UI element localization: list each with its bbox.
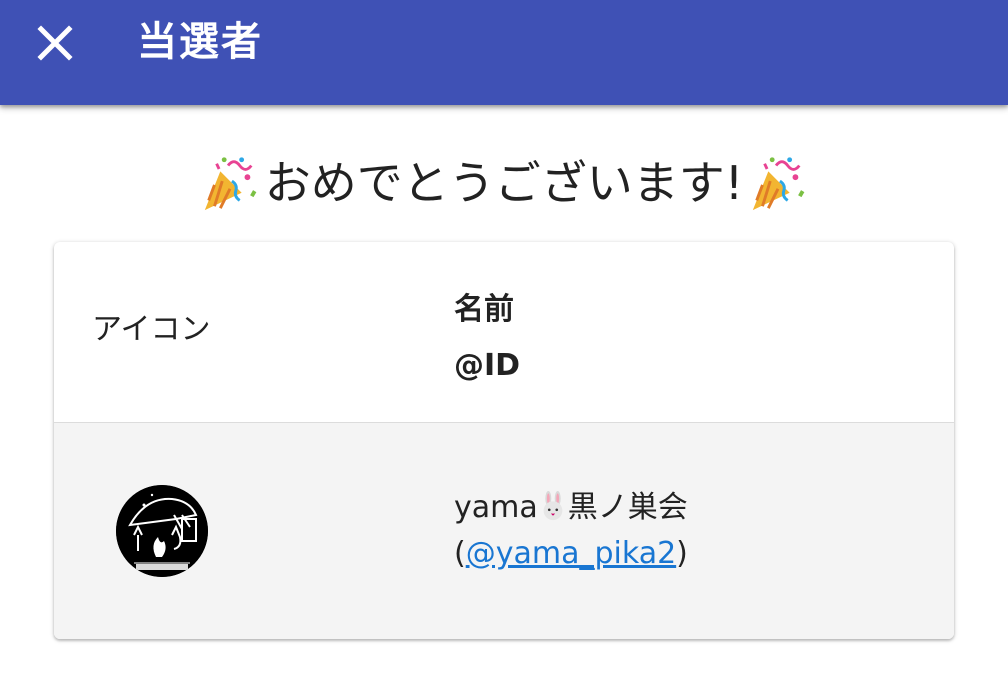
winner-name-cell: yama 黒ノ巣会 (@yama_pika2) (454, 485, 688, 577)
winners-table: アイコン 名前 @ID yama 黒ノ巣会 (@yama_pika2) (54, 242, 954, 639)
user-avatar-image (116, 485, 208, 577)
winner-id: (@yama_pika2) (454, 531, 688, 577)
id-open-paren: ( (454, 536, 466, 571)
rabbit-face-icon (543, 491, 563, 521)
winner-id-link[interactable]: @yama_pika2 (466, 536, 676, 571)
table-header: アイコン 名前 @ID (54, 242, 954, 423)
page-title: 当選者 (137, 19, 263, 65)
column-header-name: 名前 @ID (454, 282, 520, 394)
header-name-label: 名前 (454, 292, 514, 327)
close-icon (37, 25, 73, 61)
column-header-icon: アイコン (92, 312, 211, 347)
header-id-label: @ID (454, 348, 521, 383)
congratulations-headline: おめでとうございます! (0, 148, 1008, 218)
headline-text: おめでとうございます! (264, 156, 744, 210)
avatar (116, 485, 208, 577)
party-popper-icon (204, 157, 257, 211)
winner-name: yama 黒ノ巣会 (454, 485, 688, 531)
table-row: yama 黒ノ巣会 (@yama_pika2) (54, 423, 954, 639)
app-bar: 当選者 (0, 0, 1008, 105)
close-button[interactable] (28, 16, 82, 70)
party-popper-icon (753, 157, 805, 211)
id-close-paren: ) (676, 536, 688, 571)
winner-name-suffix: 黒ノ巣会 (567, 490, 688, 525)
winner-name-prefix: yama (454, 490, 538, 525)
